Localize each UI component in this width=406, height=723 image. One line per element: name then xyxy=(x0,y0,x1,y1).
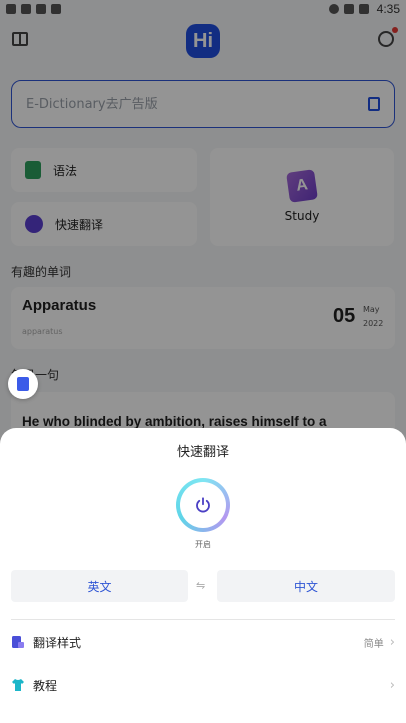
translation-style-row[interactable]: 翻译样式 简单 › xyxy=(11,627,395,657)
sheet-title: 快速翻译 xyxy=(176,445,229,460)
target-language-button[interactable]: 中文 xyxy=(217,570,395,602)
tutorial-label: 教程 xyxy=(33,678,58,693)
power-icon xyxy=(196,497,210,513)
power-toggle-button[interactable] xyxy=(176,478,230,532)
swap-languages-icon[interactable]: ⇋ xyxy=(196,579,205,592)
quick-translate-sheet: 快速翻译 开启 英文 ⇋ 中文 翻译样式 简单 › 教程 › xyxy=(0,428,406,723)
translation-style-value: 简单 xyxy=(363,638,384,650)
divider xyxy=(11,619,395,620)
translation-style-label: 翻译样式 xyxy=(33,635,82,650)
chevron-right-icon: › xyxy=(389,677,395,693)
chevron-right-icon: › xyxy=(389,634,395,650)
floating-translate-button[interactable] xyxy=(8,369,38,399)
tutorial-row[interactable]: 教程 › xyxy=(11,670,395,700)
document-icon xyxy=(17,377,29,391)
power-label: 开启 xyxy=(195,540,211,549)
translation-style-icon xyxy=(12,636,24,648)
tutorial-shirt-icon xyxy=(12,679,24,691)
source-language-button[interactable]: 英文 xyxy=(11,570,188,602)
